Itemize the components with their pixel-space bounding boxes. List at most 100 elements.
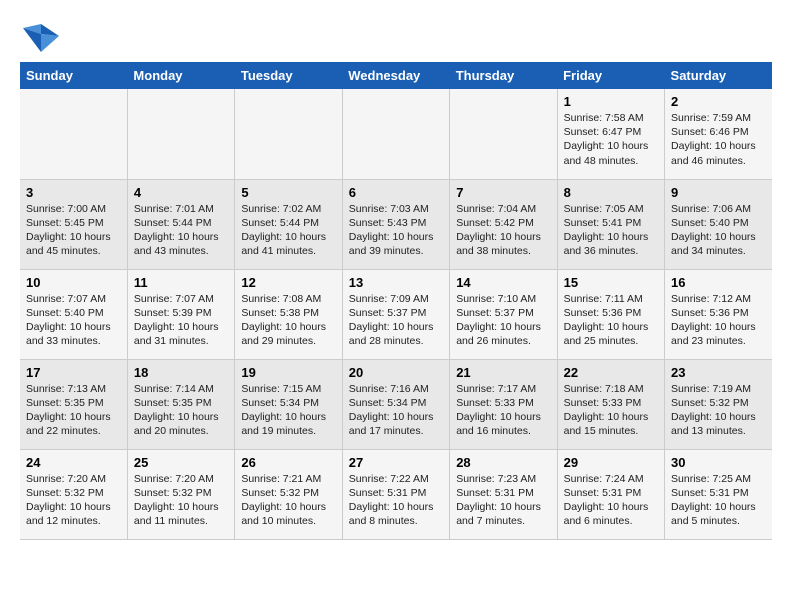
day-number: 29 [564, 455, 658, 470]
calendar-cell: 24 Sunrise: 7:20 AM Sunset: 5:32 PM Dayli… [20, 449, 127, 539]
calendar-cell: 8Sunrise: 7:05 AM Sunset: 5:41 PM Daylig… [557, 179, 664, 269]
day-number: 3 [26, 185, 121, 200]
calendar-cell: 26Sunrise: 7:21 AM Sunset: 5:32 PM Dayli… [235, 449, 342, 539]
day-info: Sunrise: 7:22 AM Sunset: 5:31 PM Dayligh… [349, 472, 443, 529]
day-number: 13 [349, 275, 443, 290]
day-number: 1 [564, 94, 658, 109]
calendar-header-wednesday: Wednesday [342, 62, 449, 89]
day-number: 25 [134, 455, 228, 470]
calendar-cell: 23 Sunrise: 7:19 AM Sunset: 5:32 PM Dayli… [665, 359, 772, 449]
calendar-cell: 10 Sunrise: 7:07 AM Sunset: 5:40 PM Dayli… [20, 269, 127, 359]
calendar-cell: 4 Sunrise: 7:01 AM Sunset: 5:44 PM Daylig… [127, 179, 234, 269]
calendar-header-saturday: Saturday [665, 62, 772, 89]
calendar-cell: 15 Sunrise: 7:11 AM Sunset: 5:36 PM Dayli… [557, 269, 664, 359]
day-number: 16 [671, 275, 766, 290]
calendar-cell: 6 Sunrise: 7:03 AM Sunset: 5:43 PM Daylig… [342, 179, 449, 269]
calendar-cell: 12Sunrise: 7:08 AM Sunset: 5:38 PM Dayli… [235, 269, 342, 359]
day-number: 14 [456, 275, 550, 290]
day-info: Sunrise: 7:03 AM Sunset: 5:43 PM Dayligh… [349, 202, 443, 259]
calendar-cell: 17Sunrise: 7:13 AM Sunset: 5:35 PM Dayli… [20, 359, 127, 449]
day-number: 23 [671, 365, 766, 380]
calendar-header-row: SundayMondayTuesdayWednesdayThursdayFrid… [20, 62, 772, 89]
day-number: 21 [456, 365, 550, 380]
calendar-cell: 29 Sunrise: 7:24 AM Sunset: 5:31 PM Dayli… [557, 449, 664, 539]
calendar-cell: 13 Sunrise: 7:09 AM Sunset: 5:37 PM Dayli… [342, 269, 449, 359]
calendar-cell: 28Sunrise: 7:23 AM Sunset: 5:31 PM Dayli… [450, 449, 557, 539]
calendar-cell: 14 Sunrise: 7:10 AM Sunset: 5:37 PM Dayli… [450, 269, 557, 359]
day-info: Sunrise: 7:04 AM Sunset: 5:42 PM Dayligh… [456, 202, 550, 259]
calendar-cell: 22 Sunrise: 7:18 AM Sunset: 5:33 PM Dayli… [557, 359, 664, 449]
calendar-header-tuesday: Tuesday [235, 62, 342, 89]
calendar-cell [450, 89, 557, 179]
calendar-table: SundayMondayTuesdayWednesdayThursdayFrid… [20, 62, 772, 540]
day-number: 15 [564, 275, 658, 290]
day-number: 27 [349, 455, 443, 470]
day-number: 9 [671, 185, 766, 200]
calendar-week-row: 10 Sunrise: 7:07 AM Sunset: 5:40 PM Dayli… [20, 269, 772, 359]
calendar-cell: 19 Sunrise: 7:15 AM Sunset: 5:34 PM Dayli… [235, 359, 342, 449]
calendar-cell [20, 89, 127, 179]
calendar-cell: 5 Sunrise: 7:02 AM Sunset: 5:44 PM Daylig… [235, 179, 342, 269]
day-number: 20 [349, 365, 443, 380]
calendar-cell: 9 Sunrise: 7:06 AM Sunset: 5:40 PM Daylig… [665, 179, 772, 269]
calendar-week-row: 1 Sunrise: 7:58 AM Sunset: 6:47 PM Daylig… [20, 89, 772, 179]
day-info: Sunrise: 7:19 AM Sunset: 5:32 PM Dayligh… [671, 382, 766, 439]
logo-bird-icon [23, 20, 59, 52]
day-info: Sunrise: 7:20 AM Sunset: 5:32 PM Dayligh… [134, 472, 228, 529]
day-info: Sunrise: 7:16 AM Sunset: 5:34 PM Dayligh… [349, 382, 443, 439]
calendar-header-thursday: Thursday [450, 62, 557, 89]
calendar-week-row: 3Sunrise: 7:00 AM Sunset: 5:45 PM Daylig… [20, 179, 772, 269]
day-info: Sunrise: 7:06 AM Sunset: 5:40 PM Dayligh… [671, 202, 766, 259]
calendar-cell: 25 Sunrise: 7:20 AM Sunset: 5:32 PM Dayli… [127, 449, 234, 539]
day-info: Sunrise: 7:02 AM Sunset: 5:44 PM Dayligh… [241, 202, 335, 259]
calendar-cell [235, 89, 342, 179]
day-number: 22 [564, 365, 658, 380]
day-number: 4 [134, 185, 228, 200]
calendar-week-row: 17Sunrise: 7:13 AM Sunset: 5:35 PM Dayli… [20, 359, 772, 449]
calendar-cell: 2 Sunrise: 7:59 AM Sunset: 6:46 PM Daylig… [665, 89, 772, 179]
day-info: Sunrise: 7:11 AM Sunset: 5:36 PM Dayligh… [564, 292, 658, 349]
calendar-cell: 16 Sunrise: 7:12 AM Sunset: 5:36 PM Dayli… [665, 269, 772, 359]
day-number: 2 [671, 94, 766, 109]
day-info: Sunrise: 7:09 AM Sunset: 5:37 PM Dayligh… [349, 292, 443, 349]
day-number: 11 [134, 275, 228, 290]
calendar-cell: 3Sunrise: 7:00 AM Sunset: 5:45 PM Daylig… [20, 179, 127, 269]
day-info: Sunrise: 7:25 AM Sunset: 5:31 PM Dayligh… [671, 472, 766, 529]
day-info: Sunrise: 7:21 AM Sunset: 5:32 PM Dayligh… [241, 472, 335, 529]
day-info: Sunrise: 7:14 AM Sunset: 5:35 PM Dayligh… [134, 382, 228, 439]
day-info: Sunrise: 7:20 AM Sunset: 5:32 PM Dayligh… [26, 472, 121, 529]
calendar-week-row: 24 Sunrise: 7:20 AM Sunset: 5:32 PM Dayli… [20, 449, 772, 539]
day-info: Sunrise: 7:18 AM Sunset: 5:33 PM Dayligh… [564, 382, 658, 439]
logo [20, 20, 59, 52]
day-info: Sunrise: 7:10 AM Sunset: 5:37 PM Dayligh… [456, 292, 550, 349]
day-number: 6 [349, 185, 443, 200]
calendar-cell: 11 Sunrise: 7:07 AM Sunset: 5:39 PM Dayli… [127, 269, 234, 359]
day-number: 18 [134, 365, 228, 380]
day-info: Sunrise: 7:01 AM Sunset: 5:44 PM Dayligh… [134, 202, 228, 259]
page-header [20, 20, 772, 52]
day-number: 10 [26, 275, 121, 290]
day-info: Sunrise: 7:59 AM Sunset: 6:46 PM Dayligh… [671, 111, 766, 168]
day-info: Sunrise: 7:05 AM Sunset: 5:41 PM Dayligh… [564, 202, 658, 259]
calendar-cell: 27 Sunrise: 7:22 AM Sunset: 5:31 PM Dayli… [342, 449, 449, 539]
calendar-cell [127, 89, 234, 179]
day-number: 30 [671, 455, 766, 470]
calendar-cell: 30 Sunrise: 7:25 AM Sunset: 5:31 PM Dayli… [665, 449, 772, 539]
day-info: Sunrise: 7:58 AM Sunset: 6:47 PM Dayligh… [564, 111, 658, 168]
calendar-header-friday: Friday [557, 62, 664, 89]
calendar-cell: 21 Sunrise: 7:17 AM Sunset: 5:33 PM Dayli… [450, 359, 557, 449]
day-info: Sunrise: 7:07 AM Sunset: 5:39 PM Dayligh… [134, 292, 228, 349]
day-info: Sunrise: 7:24 AM Sunset: 5:31 PM Dayligh… [564, 472, 658, 529]
day-number: 5 [241, 185, 335, 200]
calendar-cell: 1 Sunrise: 7:58 AM Sunset: 6:47 PM Daylig… [557, 89, 664, 179]
day-info: Sunrise: 7:17 AM Sunset: 5:33 PM Dayligh… [456, 382, 550, 439]
calendar-cell: 18 Sunrise: 7:14 AM Sunset: 5:35 PM Dayli… [127, 359, 234, 449]
day-number: 19 [241, 365, 335, 380]
calendar-cell [342, 89, 449, 179]
calendar-header-monday: Monday [127, 62, 234, 89]
day-info: Sunrise: 7:15 AM Sunset: 5:34 PM Dayligh… [241, 382, 335, 439]
day-info: Sunrise: 7:12 AM Sunset: 5:36 PM Dayligh… [671, 292, 766, 349]
day-number: 24 [26, 455, 121, 470]
day-info: Sunrise: 7:23 AM Sunset: 5:31 PM Dayligh… [456, 472, 550, 529]
day-info: Sunrise: 7:07 AM Sunset: 5:40 PM Dayligh… [26, 292, 121, 349]
